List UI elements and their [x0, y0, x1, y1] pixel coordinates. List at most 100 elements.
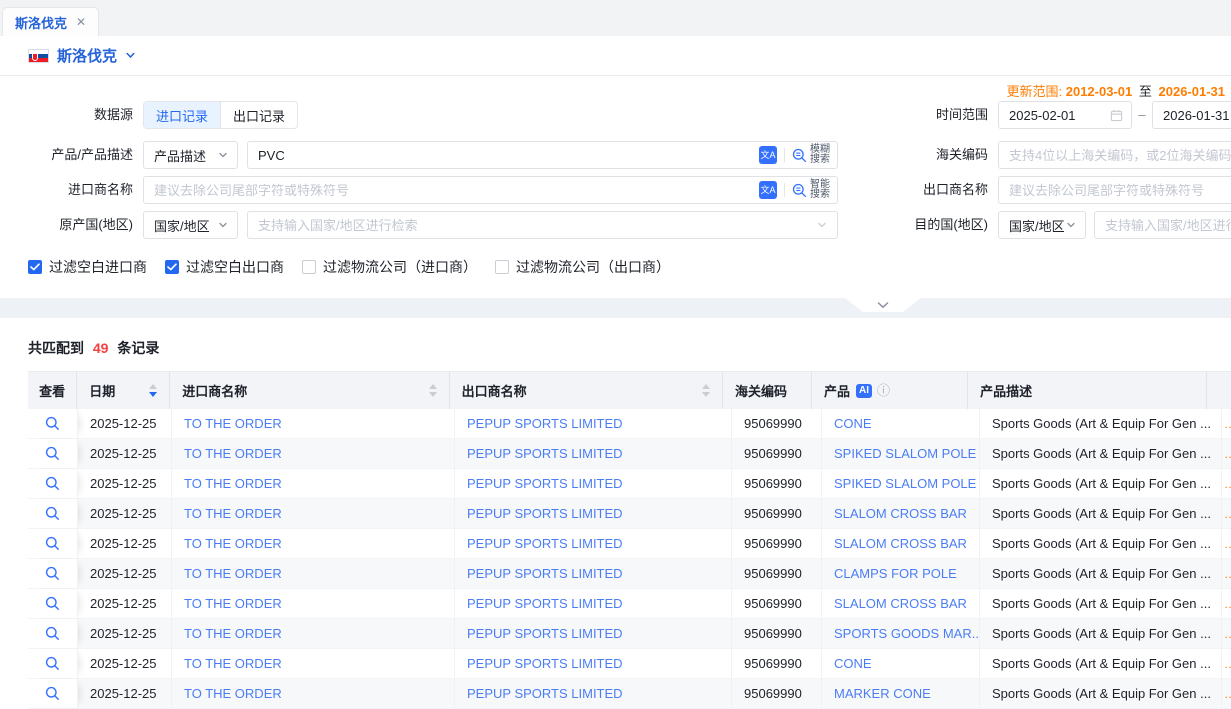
- view-cell: [28, 439, 78, 468]
- filter-checkbox[interactable]: 过滤空白进口商: [28, 257, 147, 277]
- importer-cell: TO THE ORDER: [172, 439, 455, 468]
- exporter-link[interactable]: PEPUP SPORTS LIMITED: [467, 596, 623, 611]
- exporter-link[interactable]: PEPUP SPORTS LIMITED: [467, 686, 623, 701]
- view-record-button[interactable]: [42, 653, 64, 675]
- exporter-input[interactable]: [999, 183, 1231, 198]
- table-row: 2025-12-25TO THE ORDERPEPUP SPORTS LIMIT…: [28, 469, 1231, 499]
- exporter-link[interactable]: PEPUP SPORTS LIMITED: [467, 656, 623, 671]
- truncated-marker: …: [1224, 537, 1231, 551]
- sort-icon-exporter[interactable]: [694, 384, 710, 397]
- importer-link[interactable]: TO THE ORDER: [184, 656, 282, 671]
- magnifier-icon: [45, 686, 60, 701]
- close-tab-icon[interactable]: ✕: [76, 16, 86, 28]
- translate-icon[interactable]: 文A: [759, 146, 777, 164]
- exporter-link[interactable]: PEPUP SPORTS LIMITED: [467, 536, 623, 551]
- exporter-link[interactable]: PEPUP SPORTS LIMITED: [467, 506, 623, 521]
- checkbox-checked-icon[interactable]: [28, 260, 42, 274]
- product-search-field: 文A 模糊搜索: [247, 141, 838, 169]
- table-header: 查看 日期 进口商名称 出口商名称 海关编码 产品 AI ⓘ 产品描述: [28, 371, 1231, 409]
- product-link[interactable]: SLALOM CROSS BAR: [834, 596, 967, 611]
- chevron-down-icon[interactable]: [817, 220, 827, 230]
- origin-country-input[interactable]: [248, 218, 817, 233]
- filter-checkbox[interactable]: 过滤空白出口商: [165, 257, 284, 277]
- column-header-date[interactable]: 日期: [77, 372, 170, 409]
- column-header-importer[interactable]: 进口商名称: [170, 372, 449, 409]
- importer-link[interactable]: TO THE ORDER: [184, 686, 282, 701]
- origin-country-field: [247, 211, 838, 239]
- importer-link[interactable]: TO THE ORDER: [184, 506, 282, 521]
- origin-type-select[interactable]: 国家/地区: [143, 211, 238, 239]
- checkbox-unchecked-icon[interactable]: [495, 260, 509, 274]
- destination-country-field: [1094, 211, 1231, 239]
- importer-link[interactable]: TO THE ORDER: [184, 416, 282, 431]
- fuzzy-search-button[interactable]: 模糊搜索: [792, 145, 830, 165]
- product-type-select[interactable]: 产品描述: [143, 141, 238, 169]
- exporter-cell: PEPUP SPORTS LIMITED: [455, 439, 732, 468]
- filter-checkbox[interactable]: 过滤物流公司（进口商）: [302, 257, 477, 277]
- importer-link[interactable]: TO THE ORDER: [184, 476, 282, 491]
- product-cell: MARKER CONE: [822, 679, 980, 708]
- sort-icon-importer[interactable]: [421, 384, 437, 397]
- product-link[interactable]: CONE: [834, 656, 872, 671]
- product-search-input[interactable]: [248, 148, 759, 163]
- chevron-down-icon[interactable]: [125, 50, 136, 61]
- clipped-cell: …: [1222, 589, 1231, 618]
- importer-link[interactable]: TO THE ORDER: [184, 626, 282, 641]
- date-from-input[interactable]: [999, 108, 1110, 123]
- results-panel: 共匹配到 49 条记录 查看 日期 进口商名称 出口商名称 海关编码 产品 AI…: [0, 318, 1231, 706]
- checkbox-label: 过滤空白进口商: [49, 257, 147, 277]
- view-record-button[interactable]: [42, 683, 64, 705]
- importer-input[interactable]: [144, 183, 759, 198]
- view-cell: [28, 499, 78, 528]
- destination-country-input[interactable]: [1095, 218, 1231, 233]
- importer-link[interactable]: TO THE ORDER: [184, 596, 282, 611]
- product-link[interactable]: SPIKED SLALOM POLE: [834, 476, 976, 491]
- product-link[interactable]: SLALOM CROSS BAR: [834, 536, 967, 551]
- destination-type-select[interactable]: 国家/地区: [998, 211, 1086, 239]
- panel-gap-strip: [0, 298, 1231, 318]
- smart-search-button[interactable]: 智能搜索: [792, 180, 830, 200]
- view-record-button[interactable]: [42, 443, 64, 465]
- clipped-cell: …: [1222, 619, 1231, 648]
- view-record-button[interactable]: [42, 503, 64, 525]
- view-record-button[interactable]: [42, 533, 64, 555]
- table-row: 2025-12-25TO THE ORDERPEPUP SPORTS LIMIT…: [28, 439, 1231, 469]
- tab-export-records[interactable]: 出口记录: [220, 102, 297, 128]
- view-record-button[interactable]: [42, 593, 64, 615]
- product-type-select-value: 产品描述: [154, 146, 206, 165]
- product-link[interactable]: SPORTS GOODS MAR...: [834, 626, 980, 641]
- date-to-input[interactable]: [1153, 108, 1231, 123]
- checkbox-checked-icon[interactable]: [165, 260, 179, 274]
- product-link[interactable]: CLAMPS FOR POLE: [834, 566, 957, 581]
- tab-import-records[interactable]: 进口记录: [144, 102, 220, 128]
- calendar-icon[interactable]: [1110, 109, 1131, 122]
- exporter-link[interactable]: PEPUP SPORTS LIMITED: [467, 416, 623, 431]
- description-cell: Sports Goods (Art & Equip For Gen ...: [980, 559, 1222, 588]
- info-icon[interactable]: ⓘ: [877, 384, 890, 397]
- view-record-button[interactable]: [42, 473, 64, 495]
- hs-code-input[interactable]: [999, 148, 1231, 163]
- exporter-link[interactable]: PEPUP SPORTS LIMITED: [467, 446, 623, 461]
- product-link[interactable]: SLALOM CROSS BAR: [834, 506, 967, 521]
- view-record-button[interactable]: [42, 563, 64, 585]
- filter-checkbox[interactable]: 过滤物流公司（出口商）: [495, 257, 670, 277]
- translate-icon[interactable]: 文A: [759, 181, 777, 199]
- view-record-button[interactable]: [42, 413, 64, 435]
- importer-link[interactable]: TO THE ORDER: [184, 446, 282, 461]
- country-tab[interactable]: 斯洛伐克 ✕: [2, 7, 99, 36]
- destination-country-label: 目的国(地区): [848, 211, 988, 239]
- checkbox-unchecked-icon[interactable]: [302, 260, 316, 274]
- exporter-link[interactable]: PEPUP SPORTS LIMITED: [467, 566, 623, 581]
- importer-link[interactable]: TO THE ORDER: [184, 566, 282, 581]
- description-cell: Sports Goods (Art & Equip For Gen ...: [980, 649, 1222, 678]
- sort-icon-date[interactable]: [141, 384, 157, 397]
- exporter-link[interactable]: PEPUP SPORTS LIMITED: [467, 476, 623, 491]
- exporter-link[interactable]: PEPUP SPORTS LIMITED: [467, 626, 623, 641]
- importer-link[interactable]: TO THE ORDER: [184, 536, 282, 551]
- description-cell: Sports Goods (Art & Equip For Gen ...: [980, 409, 1222, 438]
- product-link[interactable]: MARKER CONE: [834, 686, 931, 701]
- column-header-exporter[interactable]: 出口商名称: [450, 372, 723, 409]
- view-record-button[interactable]: [42, 623, 64, 645]
- product-link[interactable]: SPIKED SLALOM POLE: [834, 446, 976, 461]
- product-link[interactable]: CONE: [834, 416, 872, 431]
